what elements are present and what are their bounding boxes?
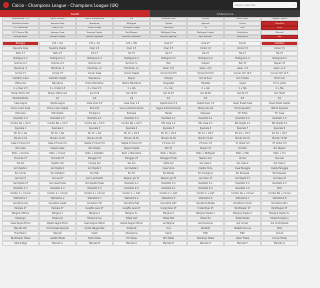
title-bar: Calcio - Champions League - Champions Le… — [0, 0, 300, 10]
stats-cell[interactable]: Mercato E — [187, 241, 224, 247]
market-group-button[interactable]: Mercati Speciali — [150, 34, 187, 40]
page-title: Calcio - Champions League - Champions Le… — [12, 2, 119, 8]
tab-bar: Scelti Champions — [0, 10, 300, 17]
selected-market-row: Mercati Base Mercati Tempo Mercati Squadra… — [2, 34, 298, 40]
stats-cell[interactable]: Mercato F — [224, 241, 261, 247]
stats-cell[interactable]: Ultima Riga — [2, 241, 39, 247]
stats-row: Ultima Riga Mercato A Mercato B Mercato C Me… — [2, 241, 298, 247]
market-group-button[interactable]: Statistiche — [224, 34, 261, 40]
market-group-button[interactable]: Mercati Base — [2, 34, 39, 40]
stats-table: Pareggio 1X2 + GG 1X2 + OU 1X2 + MG Goal 1T G… — [0, 41, 300, 247]
app-logo-icon — [3, 2, 9, 8]
stats-cell[interactable]: Mercato B — [76, 241, 113, 247]
stats-cell[interactable]: Mercato C — [113, 241, 150, 247]
tab-champions[interactable]: Champions — [150, 10, 300, 17]
search-icon: ⌕ — [293, 3, 295, 7]
search-box[interactable]: Cerca mercato ⌕ — [233, 2, 297, 8]
search-input[interactable]: Cerca mercato — [235, 3, 256, 7]
market-group-button[interactable]: Mercati Tempo — [39, 34, 76, 40]
stats-cell[interactable]: Mercato A — [39, 241, 76, 247]
tab-scelti[interactable]: Scelti — [0, 10, 150, 17]
market-group-button[interactable]: Mercati Squadra — [76, 34, 113, 40]
market-group-button[interactable]: Altri Mercati — [187, 34, 224, 40]
market-group-button[interactable]: Mercati Giocatore — [113, 34, 150, 40]
stats-cell[interactable]: Mercato D — [150, 241, 187, 247]
stats-cell[interactable]: Mercato G — [261, 241, 298, 247]
market-group-button[interactable]: Tutti — [261, 34, 298, 40]
market-selector: Scommesse TOP Nuovi Mercati Calcio Scommes… — [0, 17, 300, 40]
